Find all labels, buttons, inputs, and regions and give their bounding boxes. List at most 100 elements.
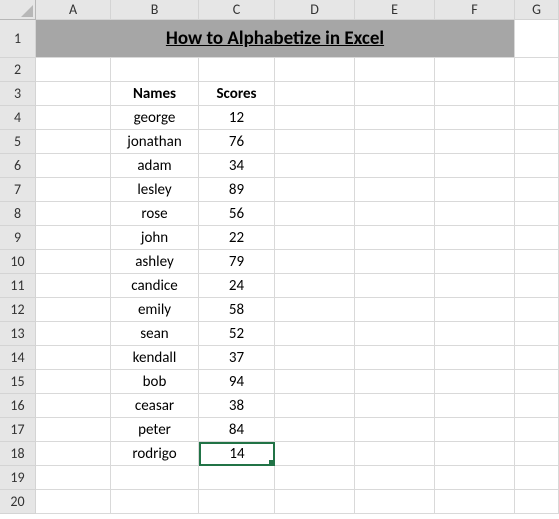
cell-D17[interactable] — [275, 418, 355, 442]
col-header-B[interactable]: B — [111, 0, 199, 20]
cell-A11[interactable] — [36, 274, 111, 298]
score-cell[interactable]: 79 — [199, 250, 275, 274]
cell-G8[interactable] — [515, 202, 559, 226]
row-header-7[interactable]: 7 — [0, 178, 36, 202]
cell-A8[interactable] — [36, 202, 111, 226]
cell-A17[interactable] — [36, 418, 111, 442]
cell-B19[interactable] — [111, 466, 199, 490]
cell-F14[interactable] — [435, 346, 515, 370]
cell-D5[interactable] — [275, 130, 355, 154]
row-header-15[interactable]: 15 — [0, 370, 36, 394]
score-cell[interactable]: 22 — [199, 226, 275, 250]
cell-D6[interactable] — [275, 154, 355, 178]
score-cell[interactable]: 37 — [199, 346, 275, 370]
cell-F16[interactable] — [435, 394, 515, 418]
cell-C19[interactable] — [199, 466, 275, 490]
cell-E5[interactable] — [355, 130, 435, 154]
cell-E9[interactable] — [355, 226, 435, 250]
score-cell[interactable]: 56 — [199, 202, 275, 226]
cell-F20[interactable] — [435, 490, 515, 514]
cell-G7[interactable] — [515, 178, 559, 202]
cell-A10[interactable] — [36, 250, 111, 274]
cell-F3[interactable] — [435, 82, 515, 106]
cell-A9[interactable] — [36, 226, 111, 250]
row-header-12[interactable]: 12 — [0, 298, 36, 322]
col-header-G[interactable]: G — [515, 0, 559, 20]
name-cell[interactable]: rose — [111, 202, 199, 226]
score-cell[interactable]: 14 — [199, 442, 275, 466]
cell-D13[interactable] — [275, 322, 355, 346]
cell-D18[interactable] — [275, 442, 355, 466]
name-cell[interactable]: kendall — [111, 346, 199, 370]
name-cell[interactable]: jonathan — [111, 130, 199, 154]
score-cell[interactable]: 24 — [199, 274, 275, 298]
cell-D15[interactable] — [275, 370, 355, 394]
cell-G10[interactable] — [515, 250, 559, 274]
cell-G15[interactable] — [515, 370, 559, 394]
cell-G20[interactable] — [515, 490, 559, 514]
cell-E6[interactable] — [355, 154, 435, 178]
cell-A18[interactable] — [36, 442, 111, 466]
cell-E14[interactable] — [355, 346, 435, 370]
header-scores[interactable]: Scores — [199, 82, 275, 106]
cell-A14[interactable] — [36, 346, 111, 370]
row-header-14[interactable]: 14 — [0, 346, 36, 370]
cell-G2[interactable] — [515, 58, 559, 82]
cell-D2[interactable] — [275, 58, 355, 82]
row-header-5[interactable]: 5 — [0, 130, 36, 154]
cell-E8[interactable] — [355, 202, 435, 226]
cell-D8[interactable] — [275, 202, 355, 226]
cell-F12[interactable] — [435, 298, 515, 322]
row-header-8[interactable]: 8 — [0, 202, 36, 226]
score-cell[interactable]: 58 — [199, 298, 275, 322]
cell-E15[interactable] — [355, 370, 435, 394]
cell-G14[interactable] — [515, 346, 559, 370]
cell-G18[interactable] — [515, 442, 559, 466]
score-cell[interactable]: 52 — [199, 322, 275, 346]
cell-A7[interactable] — [36, 178, 111, 202]
name-cell[interactable]: ashley — [111, 250, 199, 274]
cell-E12[interactable] — [355, 298, 435, 322]
cell-A16[interactable] — [36, 394, 111, 418]
row-header-17[interactable]: 17 — [0, 418, 36, 442]
cell-G9[interactable] — [515, 226, 559, 250]
cell-E16[interactable] — [355, 394, 435, 418]
name-cell[interactable]: rodrigo — [111, 442, 199, 466]
cell-E18[interactable] — [355, 442, 435, 466]
cell-C2[interactable] — [199, 58, 275, 82]
cell-D9[interactable] — [275, 226, 355, 250]
cell-E11[interactable] — [355, 274, 435, 298]
cell-D16[interactable] — [275, 394, 355, 418]
row-header-18[interactable]: 18 — [0, 442, 36, 466]
row-header-2[interactable]: 2 — [0, 58, 36, 82]
score-cell[interactable]: 94 — [199, 370, 275, 394]
cell-B2[interactable] — [111, 58, 199, 82]
cell-D20[interactable] — [275, 490, 355, 514]
row-header-20[interactable]: 20 — [0, 490, 36, 514]
name-cell[interactable]: peter — [111, 418, 199, 442]
cell-E13[interactable] — [355, 322, 435, 346]
col-header-C[interactable]: C — [199, 0, 275, 20]
score-cell[interactable]: 12 — [199, 106, 275, 130]
cell-F8[interactable] — [435, 202, 515, 226]
cell-E10[interactable] — [355, 250, 435, 274]
cell-F5[interactable] — [435, 130, 515, 154]
name-cell[interactable]: george — [111, 106, 199, 130]
cell-F15[interactable] — [435, 370, 515, 394]
cell-D3[interactable] — [275, 82, 355, 106]
cell-A5[interactable] — [36, 130, 111, 154]
score-cell[interactable]: 84 — [199, 418, 275, 442]
name-cell[interactable]: adam — [111, 154, 199, 178]
cell-D19[interactable] — [275, 466, 355, 490]
cell-F11[interactable] — [435, 274, 515, 298]
row-header-6[interactable]: 6 — [0, 154, 36, 178]
cell-G5[interactable] — [515, 130, 559, 154]
cell-F2[interactable] — [435, 58, 515, 82]
cell-D7[interactable] — [275, 178, 355, 202]
cell-D4[interactable] — [275, 106, 355, 130]
cell-G16[interactable] — [515, 394, 559, 418]
cell-E3[interactable] — [355, 82, 435, 106]
row-header-16[interactable]: 16 — [0, 394, 36, 418]
cell-D10[interactable] — [275, 250, 355, 274]
score-cell[interactable]: 38 — [199, 394, 275, 418]
